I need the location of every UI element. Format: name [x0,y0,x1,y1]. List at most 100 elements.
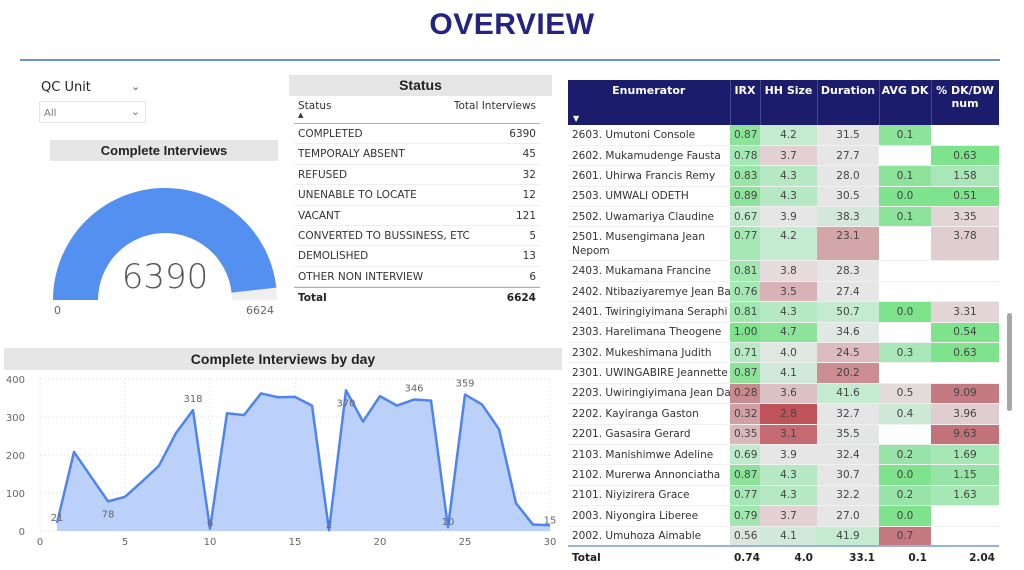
pct-dk-dw-column-header[interactable]: % DK/DW num [931,80,1000,125]
hh-size-cell: 3.9 [760,206,817,228]
irx-cell: 0.71 [730,342,760,364]
status-total-value: 6624 [506,292,536,305]
avg-dk-cell [879,226,931,262]
enumerator-row[interactable]: 2502. Uwamariya Claudine 0.67 3.9 38.3 0.1 3.… [568,206,999,228]
irx-cell: 0.35 [730,424,760,445]
status-count: 32 [522,168,536,181]
chevron-down-icon: ⌄ [130,105,140,118]
status-table: Status ▲ Total Interviews COMPLETED 6390 TE… [294,98,540,309]
enumerator-row[interactable]: 2201. Gasasira Gerard 0.35 3.1 35.5 9.63 [568,424,999,445]
hh-size-cell: 4.3 [760,165,817,187]
avg-dk-cell [879,260,931,282]
status-row[interactable]: UNENABLE TO LOCATE 12 [294,185,540,206]
hh-size-column-header[interactable]: HH Size [760,80,818,125]
duration-cell: 31.5 [817,125,879,146]
duration-cell: 20.2 [817,362,879,384]
status-row[interactable]: TEMPORALY ABSENT 45 [294,144,540,165]
irx-cell: 0.79 [730,505,760,527]
avg-dk-cell [879,424,931,445]
enumerator-name: 2201. Gasasira Gerard [568,424,730,445]
data-label: 78 [102,509,115,520]
pct-dk-dw-cell: 0.54 [931,322,999,344]
enumerator-row[interactable]: 2003. Niyongira Liberee 0.79 3.7 27.0 0.0 [568,505,999,527]
total-irx: 0.74 [730,545,760,569]
pct-dk-dw-cell [931,125,999,146]
pct-dk-dw-cell [931,281,999,303]
enumerator-total-row: Total 0.74 4.0 33.1 0.1 2.04 [568,545,999,569]
duration-cell: 28.0 [817,165,879,187]
avg-dk-column-header[interactable]: AVG DK [879,80,932,125]
y-tick-label: 300 [6,413,25,424]
enumerator-name: 2301. UWINGABIRE Jeannette [568,362,730,384]
pct-dk-dw-cell: 1.15 [931,464,999,486]
data-label: 359 [455,379,474,390]
enumerator-row[interactable]: 2603. Umutoni Console 0.87 4.2 31.5 0.1 [568,125,999,146]
status-name: OTHER NON INTERVIEW [298,270,424,283]
status-count: 45 [522,148,536,161]
avg-dk-cell: 0.0 [879,301,931,323]
enumerator-row[interactable]: 2601. Uhirwa Francis Remy 0.83 4.3 28.0 0.1 1… [568,165,999,187]
pct-dk-dw-cell: 0.51 [931,186,999,208]
enumerator-name: 2502. Uwamariya Claudine [568,206,730,228]
hh-size-cell: 4.3 [760,301,817,323]
avg-dk-cell: 0.2 [879,444,931,466]
enumerator-row[interactable]: 2203. Uwiringiyimana Jean Da 0.28 3.6 41.6 0… [568,383,999,405]
duration-cell: 27.4 [817,281,879,303]
status-row[interactable]: REFUSED 32 [294,165,540,186]
irx-cell: 0.81 [730,301,760,323]
pct-dk-dw-cell: 9.63 [931,424,999,445]
irx-cell: 1.00 [730,322,760,344]
qc-unit-selected-value: All [44,108,57,119]
enumerator-row[interactable]: 2402. Ntibaziyaremye Jean Ba 0.76 3.5 27.4 [568,281,999,303]
enumerator-row[interactable]: 2403. Mukamana Francine 0.81 3.8 28.3 [568,260,999,282]
hh-size-cell: 3.6 [760,383,817,405]
enumerator-row[interactable]: 2503. UMWALI ODETH 0.89 4.3 30.5 0.0 0.51 [568,186,999,208]
duration-cell: 34.6 [817,322,879,344]
duration-cell: 27.0 [817,505,879,527]
status-name: DEMOLISHED [298,250,369,263]
data-label: 10 [442,517,455,528]
hh-size-cell: 3.5 [760,281,817,303]
x-tick-label: 20 [374,537,387,548]
pct-dk-dw-cell: 1.58 [931,165,999,187]
status-row[interactable]: CONVERTED TO BUSSINESS, ETC 5 [294,226,540,247]
duration-cell: 24.5 [817,342,879,364]
pct-dk-dw-cell: 0.63 [931,145,999,167]
enumerator-row[interactable]: 2302. Mukeshimana Judith 0.71 4.0 24.5 0.3 0.… [568,342,999,364]
hh-size-cell: 3.9 [760,444,817,466]
enumerator-column-header[interactable]: Enumerator ▼ [568,80,731,125]
enumerator-row[interactable]: 2501. Musengimana Jean Nepom 0.77 4.2 23.1 3… [568,226,999,262]
enumerator-row[interactable]: 2401. Twiringiyimana Seraphi 0.81 4.3 50.7 0… [568,301,999,323]
pct-dk-dw-cell [931,526,999,547]
enumerator-row[interactable]: 2103. Manishimwe Adeline 0.69 3.9 32.4 0.2 1.… [568,444,999,466]
enumerator-row[interactable]: 2602. Mukamudenge Fausta 0.78 3.7 27.7 0.63 [568,145,999,167]
enumerator-row[interactable]: 2202. Kayiranga Gaston 0.32 2.8 32.7 0.4 3.96 [568,403,999,425]
status-row[interactable]: OTHER NON INTERVIEW 6 [294,267,540,288]
total-interviews-column-header[interactable]: Total Interviews [454,100,536,121]
enumerator-row[interactable]: 2301. UWINGABIRE Jeannette 0.87 4.1 20.2 [568,362,999,384]
pct-dk-dw-cell [931,260,999,282]
enumerator-name: 2602. Mukamudenge Fausta [568,145,730,167]
status-row[interactable]: DEMOLISHED 13 [294,246,540,267]
chevron-down-icon[interactable]: ⌄ [131,80,140,93]
status-row[interactable]: VACANT 121 [294,206,540,226]
status-row[interactable]: COMPLETED 6390 [294,124,540,145]
x-tick-label: 0 [37,537,43,548]
status-column-header[interactable]: Status ▲ [298,100,331,121]
duration-column-header[interactable]: Duration [817,80,880,125]
status-name: COMPLETED [298,128,363,140]
status-count: 6 [529,270,536,283]
enumerator-row[interactable]: 2101. Niyizirera Grace 0.77 4.3 32.2 0.2 1.63 [568,485,999,507]
irx-cell: 0.28 [730,383,760,405]
avg-dk-cell [879,145,931,167]
avg-dk-cell [879,322,931,344]
enumerator-row[interactable]: 2102. Murerwa Annonciatha 0.87 4.3 30.7 0.0 1… [568,464,999,486]
enumerator-row[interactable]: 2002. Umuhoza Aimable 0.56 4.1 41.9 0.7 [568,526,999,547]
qc-unit-dropdown[interactable]: All ⌄ [39,101,146,123]
enumerator-row[interactable]: 2303. Harelimana Theogene 1.00 4.7 34.6 0.54 [568,322,999,344]
table-scrollbar[interactable] [1007,313,1012,411]
irx-column-header[interactable]: IRX [730,80,761,125]
page-title: OVERVIEW [429,8,595,41]
enumerator-name: 2101. Niyizirera Grace [568,485,730,507]
duration-cell: 28.3 [817,260,879,282]
